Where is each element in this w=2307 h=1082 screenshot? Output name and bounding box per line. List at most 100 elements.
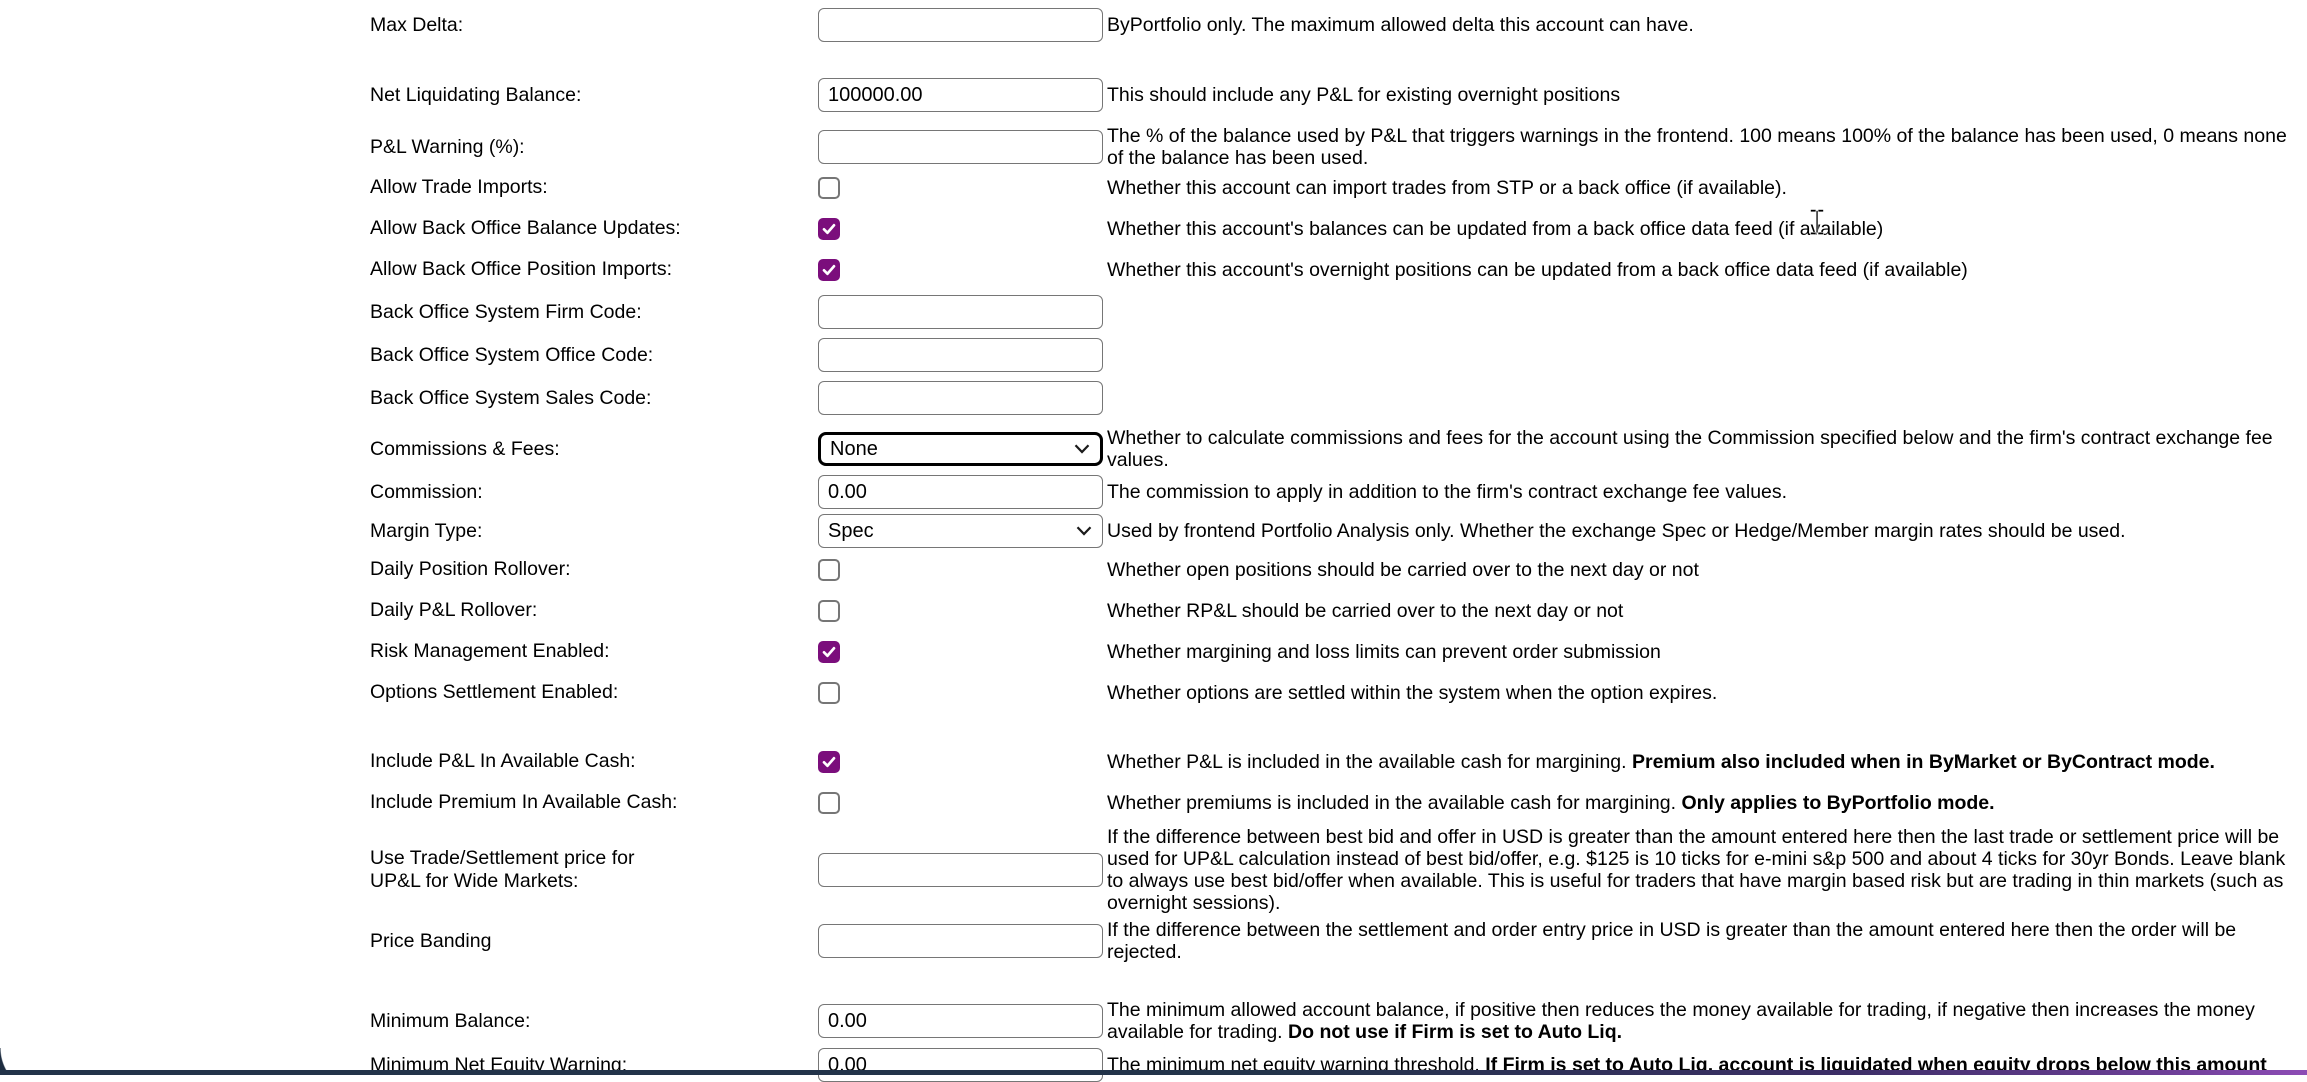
checkmark-icon	[821, 221, 837, 237]
field-description-margin-type: Used by frontend Portfolio Analysis only…	[1107, 520, 2297, 542]
field-label-allow-back-office-balance-updates: Allow Back Office Balance Updates:	[370, 217, 810, 240]
field-label-pl-warning-percent: P&L Warning (%):	[370, 136, 810, 159]
minimum-net-equity-warning-input[interactable]	[818, 1048, 1103, 1082]
field-label-text: Price Banding	[370, 930, 491, 952]
field-label-daily-pl-rollover: Daily P&L Rollover:	[370, 599, 810, 622]
description-text: If the difference between the settlement…	[1107, 919, 2236, 963]
field-control-cell	[818, 218, 1107, 240]
field-control-cell	[818, 853, 1107, 887]
commissions-and-fees-select[interactable]: None	[818, 432, 1103, 466]
back-office-system-sales-code-input[interactable]	[818, 381, 1103, 415]
description-text: Used by frontend Portfolio Analysis only…	[1107, 520, 2126, 542]
form-row-max-delta: Max Delta: ByPortfolio only. The maximum …	[370, 8, 2297, 42]
field-label-text: Commission:	[370, 481, 483, 503]
form-row-risk-management-enabled: Risk Management Enabled: Whether marginin…	[370, 640, 2297, 663]
field-label-back-office-system-sales-code: Back Office System Sales Code:	[370, 387, 810, 410]
include-pl-in-available-cash-checkbox[interactable]	[818, 751, 840, 773]
description-text: Whether this account's overnight positio…	[1107, 259, 1968, 281]
description-text-bold: Do not use if Firm is set to Auto Liq.	[1288, 1021, 1622, 1043]
field-label-text: Allow Back Office Balance Updates:	[370, 217, 681, 239]
chevron-down-icon	[1076, 526, 1092, 536]
field-control-cell	[818, 682, 1107, 704]
field-control-cell	[818, 751, 1107, 773]
price-banding-input[interactable]	[818, 924, 1103, 958]
description-text: Whether premiums is included in the avai…	[1107, 792, 1681, 814]
field-description-risk-management-enabled: Whether margining and loss limits can pr…	[1107, 641, 2297, 663]
field-label-text: Allow Back Office Position Imports:	[370, 258, 672, 280]
form-row-back-office-system-sales-code: Back Office System Sales Code:	[370, 381, 2297, 415]
field-description-options-settlement-enabled: Whether options are settled within the s…	[1107, 682, 2297, 704]
field-control-cell	[818, 259, 1107, 281]
options-settlement-enabled-checkbox[interactable]	[818, 682, 840, 704]
description-text-bold: Only applies to ByPortfolio mode.	[1681, 792, 1994, 814]
net-liquidating-balance-input[interactable]	[818, 78, 1103, 112]
field-label-allow-trade-imports: Allow Trade Imports:	[370, 176, 810, 199]
back-office-system-office-code-input[interactable]	[818, 338, 1103, 372]
description-text: ByPortfolio only. The maximum allowed de…	[1107, 14, 1694, 36]
field-label-text: Max Delta:	[370, 14, 463, 36]
form-row-back-office-system-firm-code: Back Office System Firm Code:	[370, 295, 2297, 329]
form-row-options-settlement-enabled: Options Settlement Enabled: Whether optio…	[370, 681, 2297, 704]
form-row-daily-pl-rollover: Daily P&L Rollover: Whether RP&L should b…	[370, 599, 2297, 622]
risk-management-enabled-checkbox[interactable]	[818, 641, 840, 663]
field-label-text: Options Settlement Enabled:	[370, 681, 618, 703]
form-row-use-trade-settlement-price-wide-markets: Use Trade/Settlement price forUP&L for W…	[370, 826, 2297, 914]
form-row-net-liquidating-balance: Net Liquidating Balance: This should incl…	[370, 78, 2297, 112]
field-control-cell	[818, 475, 1107, 509]
field-control-cell	[818, 8, 1107, 42]
checkmark-icon	[821, 644, 837, 660]
include-premium-in-available-cash-checkbox[interactable]	[818, 792, 840, 814]
daily-position-rollover-checkbox[interactable]	[818, 559, 840, 581]
field-label-allow-back-office-position-imports: Allow Back Office Position Imports:	[370, 258, 810, 281]
description-text: The minimum allowed account balance, if …	[1107, 999, 2255, 1043]
max-delta-input[interactable]	[818, 8, 1103, 42]
field-label-include-premium-in-available-cash: Include Premium In Available Cash:	[370, 791, 810, 814]
minimum-balance-input[interactable]	[818, 1004, 1103, 1038]
description-text: Whether this account can import trades f…	[1107, 177, 1787, 199]
description-text: The commission to apply in addition to t…	[1107, 481, 1787, 503]
field-label-commissions-and-fees: Commissions & Fees:	[370, 438, 810, 461]
field-description-pl-warning-percent: The % of the balance used by P&L that tr…	[1107, 125, 2297, 169]
mouse-cursor-ibeam-icon	[1806, 208, 1828, 236]
form-row-margin-type: Margin Type:SpecUsed by frontend Portfol…	[370, 514, 2297, 548]
back-office-system-firm-code-input[interactable]	[818, 295, 1103, 329]
field-label-text: P&L Warning (%):	[370, 136, 525, 158]
field-label-text: Allow Trade Imports:	[370, 176, 548, 198]
form-row-price-banding: Price Banding If the difference between t…	[370, 919, 2297, 963]
form-row-allow-back-office-position-imports: Allow Back Office Position Imports: Wheth…	[370, 258, 2297, 281]
field-label-text: Net Liquidating Balance:	[370, 84, 581, 106]
field-control-cell: Spec	[818, 514, 1107, 548]
allow-trade-imports-checkbox[interactable]	[818, 177, 840, 199]
commission-input[interactable]	[818, 475, 1103, 509]
daily-pl-rollover-checkbox[interactable]	[818, 600, 840, 622]
field-control-cell	[818, 792, 1107, 814]
chevron-down-icon	[1074, 444, 1090, 454]
field-label-risk-management-enabled: Risk Management Enabled:	[370, 640, 810, 663]
field-label-max-delta: Max Delta:	[370, 14, 810, 37]
field-description-allow-back-office-position-imports: Whether this account's overnight positio…	[1107, 259, 2297, 281]
field-label-back-office-system-firm-code: Back Office System Firm Code:	[370, 301, 810, 324]
allow-back-office-balance-updates-checkbox[interactable]	[818, 218, 840, 240]
use-trade-settlement-price-wide-markets-input[interactable]	[818, 853, 1103, 887]
field-label-daily-position-rollover: Daily Position Rollover:	[370, 558, 810, 581]
form-row-allow-trade-imports: Allow Trade Imports: Whether this account…	[370, 176, 2297, 199]
field-control-cell	[818, 1048, 1107, 1082]
field-description-daily-pl-rollover: Whether RP&L should be carried over to t…	[1107, 600, 2297, 622]
pl-warning-percent-input[interactable]	[818, 130, 1103, 164]
form-row-back-office-system-office-code: Back Office System Office Code:	[370, 338, 2297, 372]
description-text: Whether margining and loss limits can pr…	[1107, 641, 1661, 663]
field-label-text: Minimum Balance:	[370, 1010, 530, 1032]
selected-option-label: Spec	[828, 520, 874, 543]
field-label-options-settlement-enabled: Options Settlement Enabled:	[370, 681, 810, 704]
field-control-cell	[818, 1004, 1107, 1038]
margin-type-select[interactable]: Spec	[818, 514, 1103, 548]
form-row-commissions-and-fees: Commissions & Fees:NoneWhether to calcul…	[370, 427, 2297, 471]
selected-option-label: None	[830, 438, 878, 461]
form-row-minimum-balance: Minimum Balance: The minimum allowed acco…	[370, 999, 2297, 1043]
account-settings-form: Max Delta: ByPortfolio only. The maximum …	[0, 0, 2307, 1082]
window-edge-bar	[0, 1070, 2307, 1075]
field-control-cell	[818, 338, 1107, 372]
description-text: This should include any P&L for existing…	[1107, 84, 1620, 106]
checkmark-icon	[821, 754, 837, 770]
allow-back-office-position-imports-checkbox[interactable]	[818, 259, 840, 281]
